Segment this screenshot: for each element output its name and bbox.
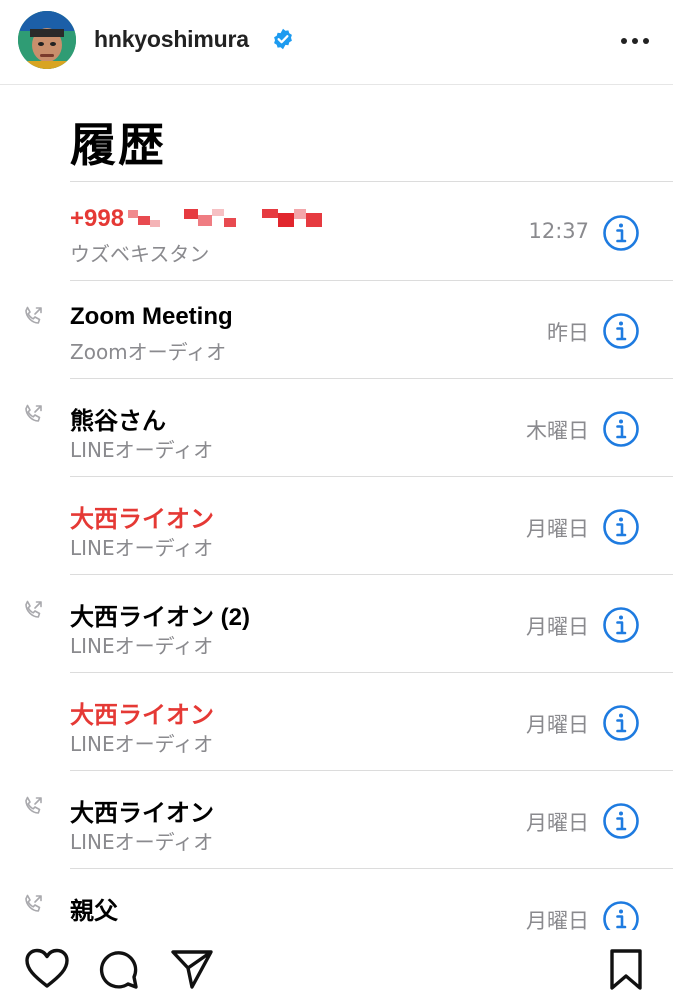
more-dots-icon[interactable] bbox=[618, 26, 652, 56]
call-row[interactable]: 大西ライオン LINEオーディオ 月曜日 bbox=[0, 673, 673, 771]
call-row[interactable]: 大西ライオン LINEオーディオ 月曜日 bbox=[0, 771, 673, 869]
call-name-text: +998 bbox=[70, 205, 125, 232]
call-name: 大西ライオン bbox=[70, 499, 214, 534]
call-row[interactable]: 大西ライオン LINEオーディオ 月曜日 bbox=[0, 477, 673, 575]
avatar[interactable] bbox=[18, 11, 76, 69]
call-time: 月曜日 bbox=[526, 811, 589, 835]
call-type: LINEオーディオ bbox=[70, 830, 214, 854]
call-name-text: 大西ライオン bbox=[70, 800, 214, 827]
info-icon[interactable] bbox=[602, 606, 640, 644]
call-type: ウズベキスタン bbox=[70, 242, 210, 266]
call-type: LINEオーディオ bbox=[70, 536, 214, 560]
call-name: 大西ライオン bbox=[70, 695, 214, 730]
call-name-text: 大西ライオン bbox=[70, 506, 214, 533]
call-row[interactable]: 親父その他月曜日 bbox=[0, 869, 673, 930]
redacted-number bbox=[128, 208, 323, 227]
verified-badge-icon bbox=[274, 28, 292, 50]
page-title: 履歴 bbox=[70, 118, 166, 172]
info-icon[interactable] bbox=[602, 704, 640, 742]
outgoing-call-icon bbox=[25, 600, 42, 618]
call-time: 月曜日 bbox=[526, 909, 589, 930]
call-row[interactable]: 熊谷さん LINEオーディオ 木曜日 bbox=[0, 379, 673, 477]
call-name-text: 大西ライオン bbox=[70, 702, 214, 729]
call-name-text: 熊谷さん bbox=[70, 408, 166, 435]
action-bar bbox=[0, 930, 673, 1000]
call-time: 月曜日 bbox=[526, 615, 589, 639]
outgoing-call-icon bbox=[25, 404, 42, 422]
info-icon[interactable] bbox=[602, 214, 640, 252]
call-time: 月曜日 bbox=[526, 517, 589, 541]
call-type: LINEオーディオ bbox=[70, 732, 214, 756]
comment-icon[interactable] bbox=[98, 948, 140, 990]
call-time: 昨日 bbox=[547, 321, 589, 345]
call-name-text: 親父 bbox=[70, 898, 118, 925]
heart-icon[interactable] bbox=[24, 948, 70, 990]
call-row[interactable]: Zoom Meeting Zoomオーディオ 昨日 bbox=[0, 281, 673, 379]
call-type: LINEオーディオ bbox=[70, 438, 214, 462]
call-name: 大西ライオン bbox=[70, 793, 214, 828]
call-name: +998 bbox=[70, 205, 324, 233]
call-name: Zoom Meeting bbox=[70, 303, 233, 331]
bookmark-icon[interactable] bbox=[608, 948, 644, 992]
post-image: 履歴 +998 ウズベキスタン 12:37 Zoom Meeting Zoomオーディオ… bbox=[0, 85, 673, 930]
call-name-text: Zoom Meeting bbox=[70, 303, 233, 330]
info-icon[interactable] bbox=[602, 802, 640, 840]
call-name-text: 大西ライオン (2) bbox=[70, 604, 250, 631]
info-icon[interactable] bbox=[602, 900, 640, 930]
outgoing-call-icon bbox=[25, 894, 42, 912]
call-name: 熊谷さん bbox=[70, 401, 166, 436]
share-icon[interactable] bbox=[170, 948, 214, 990]
title-divider bbox=[70, 181, 673, 182]
call-type: Zoomオーディオ bbox=[70, 340, 227, 364]
call-name: 親父 bbox=[70, 891, 118, 926]
post-header: hnkyoshimura bbox=[0, 0, 673, 85]
call-row[interactable]: 大西ライオン (2) LINEオーディオ 月曜日 bbox=[0, 575, 673, 673]
info-icon[interactable] bbox=[602, 410, 640, 448]
outgoing-call-icon bbox=[25, 306, 42, 324]
call-time: 木曜日 bbox=[526, 419, 589, 443]
call-name: 大西ライオン (2) bbox=[70, 597, 250, 632]
username[interactable]: hnkyoshimura bbox=[94, 26, 249, 53]
call-type: LINEオーディオ bbox=[70, 634, 214, 658]
info-icon[interactable] bbox=[602, 312, 640, 350]
info-icon[interactable] bbox=[602, 508, 640, 546]
outgoing-call-icon bbox=[25, 796, 42, 814]
call-time: 月曜日 bbox=[526, 713, 589, 737]
call-row[interactable]: +998 ウズベキスタン 12:37 bbox=[0, 183, 673, 281]
call-time: 12:37 bbox=[528, 219, 589, 243]
